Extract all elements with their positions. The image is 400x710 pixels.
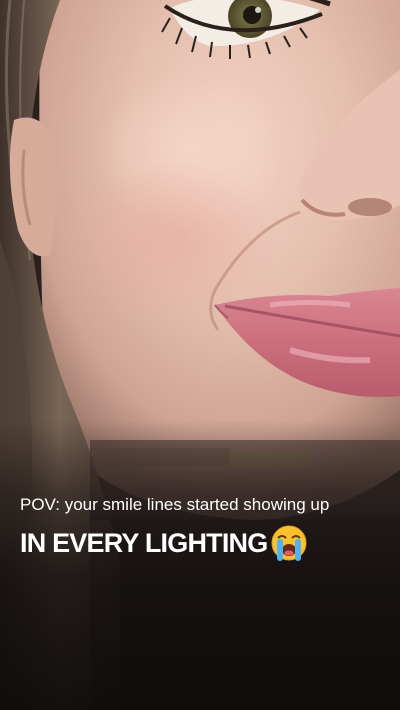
caption-shadow [0,420,400,710]
caption-line-headline: IN EVERY LIGHTING [20,523,390,563]
caption-line-pov: POV: your smile lines started showing up [20,495,330,514]
loudly-crying-face-icon [271,525,307,561]
video-frame: POV: your smile lines started showing up… [0,0,400,710]
caption-headline-text: IN EVERY LIGHTING [20,528,268,558]
caption-block: POV: your smile lines started showing up… [20,494,390,563]
